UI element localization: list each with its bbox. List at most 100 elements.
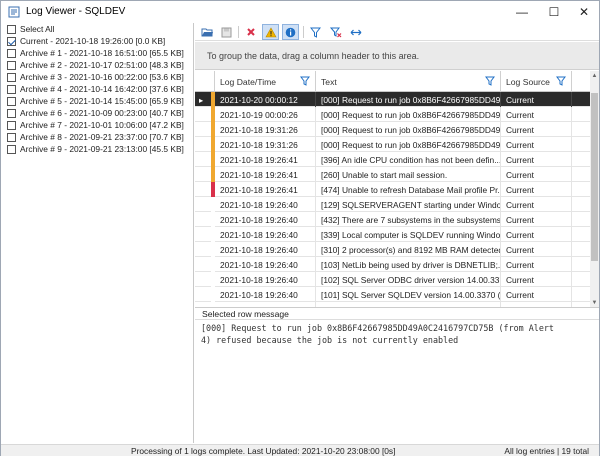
filter-icon [310,27,321,38]
table-row[interactable]: 2021-10-18 19:26:41 [260] Unable to start… [195,167,590,182]
grid-header: Log Date/Time Text Log Source [195,71,590,92]
cell-source: Current [501,227,572,242]
archive-label: Archive # 9 - 2021-09-21 23:13:00 [45.5 … [20,144,184,154]
grid-vertical-scrollbar[interactable]: ▲ ▼ [590,71,599,307]
archive-checkbox[interactable] [7,144,16,154]
warning-filter-button[interactable] [262,24,279,40]
cell-source: Current [501,272,572,287]
archive-item[interactable]: Archive # 3 - 2021-10-16 00:22:00 [53.6 … [7,71,184,83]
archive-item[interactable]: Archive # 1 - 2021-10-18 16:51:00 [65.5 … [7,47,184,59]
group-by-hint: To group the data, drag a column header … [207,51,420,61]
cell-text: [432] There are 7 subsystems in the subs… [316,212,501,227]
minimize-button[interactable]: — [505,1,539,23]
archive-checkbox[interactable] [7,84,16,94]
cell-source: Current [501,92,572,107]
maximize-button[interactable]: ☐ [537,1,571,23]
table-row[interactable]: 2021-10-18 19:26:40 [129] SQLSERVERAGENT … [195,197,590,212]
toolbar-separator [303,26,304,38]
archive-item[interactable]: Archive # 6 - 2021-10-09 00:23:00 [40.7 … [7,107,184,119]
close-button[interactable]: ✕ [567,1,600,23]
cell-date: 2021-10-20 00:00:12 [215,92,316,107]
log-grid: Log Date/Time Text Log Source ▸ 2021-10-2… [195,71,599,307]
title-bar: Log Viewer - SQLDEV — ☐ ✕ [1,1,599,23]
scrollbar-thumb[interactable] [591,93,598,261]
cell-text: [000] Request to run job 0x8B6F42667985D… [316,92,501,107]
filter-button[interactable] [307,24,324,40]
cell-source: Current [501,152,572,167]
table-row[interactable]: 2021-10-18 19:26:40 [103] NetLib being us… [195,257,590,272]
cell-date: 2021-10-18 19:26:40 [215,287,316,302]
cell-text: [103] NetLib being used by driver is DBN… [316,257,501,272]
archive-label: Archive # 5 - 2021-10-14 15:45:00 [65.9 … [20,96,184,106]
cell-date: 2021-10-18 19:26:40 [215,197,316,212]
cell-date: 2021-10-18 19:26:40 [215,272,316,287]
cell-date: 2021-10-18 19:26:41 [215,152,316,167]
table-row[interactable]: 2021-10-19 00:00:26 [000] Request to run … [195,107,590,122]
archive-checkbox[interactable] [7,60,16,70]
table-row[interactable]: 2021-10-18 19:26:40 [102] SQL Server ODBC… [195,272,590,287]
select-all-item[interactable]: Select All [7,23,54,35]
archive-label: Current - 2021-10-18 19:26:00 [0.0 KB] [20,36,166,46]
cell-source: Current [501,197,572,212]
archive-label: Archive # 6 - 2021-10-09 00:23:00 [40.7 … [20,108,184,118]
archive-label: Archive # 2 - 2021-10-17 02:51:00 [48.3 … [20,60,184,70]
archive-checkbox[interactable] [7,72,16,82]
column-header-text[interactable]: Text [316,71,501,92]
archive-item[interactable]: Archive # 7 - 2021-10-01 10:06:00 [47.2 … [7,119,184,131]
table-row[interactable]: 2021-10-18 19:26:41 [474] Unable to refre… [195,182,590,197]
column-filter-icon[interactable] [300,76,310,86]
archive-item[interactable]: Archive # 8 - 2021-09-21 23:37:00 [70.7 … [7,131,184,143]
table-row[interactable]: 2021-10-18 19:26:41 [396] An idle CPU con… [195,152,590,167]
archive-checkbox[interactable] [7,48,16,58]
archive-checkbox[interactable] [7,36,16,46]
archive-label: Archive # 4 - 2021-10-14 16:42:00 [37.6 … [20,84,184,94]
archive-checkbox[interactable] [7,132,16,142]
column-header-date[interactable]: Log Date/Time [215,71,316,92]
table-row[interactable]: ▸ 2021-10-20 00:00:12 [000] Request to run… [195,92,590,107]
archive-item[interactable]: Archive # 9 - 2021-09-21 23:13:00 [45.5 … [7,143,184,155]
autosize-columns-button[interactable] [347,24,364,40]
table-row[interactable]: 2021-10-18 19:26:40 [310] 2 processor(s) … [195,242,590,257]
resize-columns-icon [350,29,361,35]
table-row[interactable]: 2021-10-18 19:26:40 [432] There are 7 sub… [195,212,590,227]
cell-source: Current [501,257,572,272]
save-button[interactable] [218,24,235,40]
archive-item[interactable]: Archive # 5 - 2021-10-14 15:45:00 [65.9 … [7,95,184,107]
archive-checkbox[interactable] [7,96,16,106]
table-row[interactable]: 2021-10-18 19:26:40 [339] Local computer … [195,227,590,242]
archive-checkbox[interactable] [7,108,16,118]
app-icon [8,6,20,18]
select-all-checkbox[interactable] [7,24,16,34]
archive-item[interactable]: Archive # 2 - 2021-10-17 02:51:00 [48.3 … [7,59,184,71]
disk-icon [221,27,232,37]
table-row[interactable]: 2021-10-18 19:31:26 [000] Request to run … [195,137,590,152]
scroll-up-arrow-icon[interactable]: ▲ [590,71,599,80]
column-header-source[interactable]: Log Source [501,71,572,92]
archive-item[interactable]: Archive # 4 - 2021-10-14 16:42:00 [37.6 … [7,83,184,95]
archive-checkbox[interactable] [7,120,16,130]
table-row[interactable]: 2021-10-18 19:26:40 [101] SQL Server SQLD… [195,287,590,302]
archive-list: Select All Current - 2021-10-18 19:26:00… [1,23,194,443]
selected-row-message-text[interactable]: [000] Request to run job 0x8B6F42667985D… [195,320,599,444]
cell-text: [260] Unable to start mail session. [316,167,501,182]
scroll-down-arrow-icon[interactable]: ▼ [590,298,599,307]
cell-source: Current [501,137,572,152]
column-header-text-label: Text [321,76,337,87]
archive-item[interactable]: Current - 2021-10-18 19:26:00 [0.0 KB] [7,35,165,47]
group-by-panel[interactable]: To group the data, drag a column header … [195,42,599,70]
selected-row-message-label: Selected row message [195,307,599,320]
info-filter-button[interactable] [282,24,299,40]
clear-filter-button[interactable] [327,24,344,40]
cell-date: 2021-10-18 19:26:40 [215,212,316,227]
column-filter-icon[interactable] [556,76,566,86]
window-title: Log Viewer - SQLDEV [26,6,126,17]
cell-source: Current [501,122,572,137]
column-filter-icon[interactable] [485,76,495,86]
open-button[interactable] [199,24,216,40]
table-row[interactable]: 2021-10-18 19:31:26 [000] Request to run … [195,122,590,137]
warning-icon [264,26,277,37]
cell-text: [101] SQL Server SQLDEV version 14.00.33… [316,287,501,302]
select-all-label: Select All [20,24,55,34]
cell-source: Current [501,287,572,302]
delete-button[interactable] [242,24,259,40]
